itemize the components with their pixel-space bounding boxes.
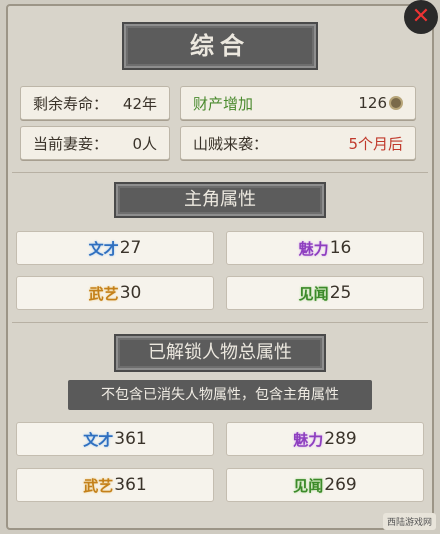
bandit-card: 山贼来袭： 5个月后 (180, 126, 416, 160)
hero-stat-literary: 文才 27 (16, 231, 214, 265)
page-title: 综合 (124, 24, 316, 68)
total-section-title: 已解锁人物总属性 (116, 336, 324, 370)
wealth-label: 财产增加 (193, 94, 254, 113)
lifespan-value: 42年 (122, 94, 157, 113)
wealth-value: 126 (358, 94, 387, 112)
hero-stat-charm: 魅力 16 (226, 231, 424, 265)
bandit-label: 山贼来袭： (193, 134, 269, 153)
exclusion-notice: 不包含已消失人物属性，包含主角属性 (68, 380, 372, 410)
hero-knowledge-value: 25 (329, 283, 352, 303)
spouses-label: 当前妻妾： (33, 134, 109, 153)
knowledge-badge: 见闻 (298, 284, 329, 303)
total-charm-value: 289 (324, 429, 357, 449)
charm-badge: 魅力 (298, 239, 329, 258)
knowledge-badge: 见闻 (293, 476, 324, 495)
literary-badge: 文才 (88, 239, 119, 258)
hero-section-title: 主角属性 (116, 184, 324, 216)
total-martial-value: 361 (114, 475, 147, 495)
total-literary-value: 361 (114, 429, 147, 449)
lifespan-label: 剩余寿命： (33, 94, 109, 113)
hero-charm-value: 16 (329, 238, 352, 258)
wealth-card: 财产增加 126 (180, 86, 416, 120)
divider (12, 172, 428, 173)
total-stat-knowledge: 见闻 269 (226, 468, 424, 502)
literary-badge: 文才 (83, 430, 114, 449)
lifespan-card: 剩余寿命： 42年 (20, 86, 170, 120)
coin-icon (389, 96, 403, 110)
close-icon[interactable]: ✕ (404, 0, 438, 34)
watermark: 西陆游戏网 (382, 513, 436, 530)
spouses-card: 当前妻妾： 0人 (20, 126, 170, 160)
hero-stat-martial: 武艺 30 (16, 276, 214, 310)
total-knowledge-value: 269 (324, 475, 357, 495)
divider (12, 322, 428, 323)
hero-martial-value: 30 (119, 283, 142, 303)
martial-badge: 武艺 (88, 284, 119, 303)
bandit-value: 5个月后 (348, 134, 403, 153)
charm-badge: 魅力 (293, 430, 324, 449)
total-stat-charm: 魅力 289 (226, 422, 424, 456)
hero-stat-knowledge: 见闻 25 (226, 276, 424, 310)
hero-literary-value: 27 (119, 238, 142, 258)
spouses-value: 0人 (132, 134, 157, 153)
total-stat-literary: 文才 361 (16, 422, 214, 456)
total-stat-martial: 武艺 361 (16, 468, 214, 502)
martial-badge: 武艺 (83, 476, 114, 495)
